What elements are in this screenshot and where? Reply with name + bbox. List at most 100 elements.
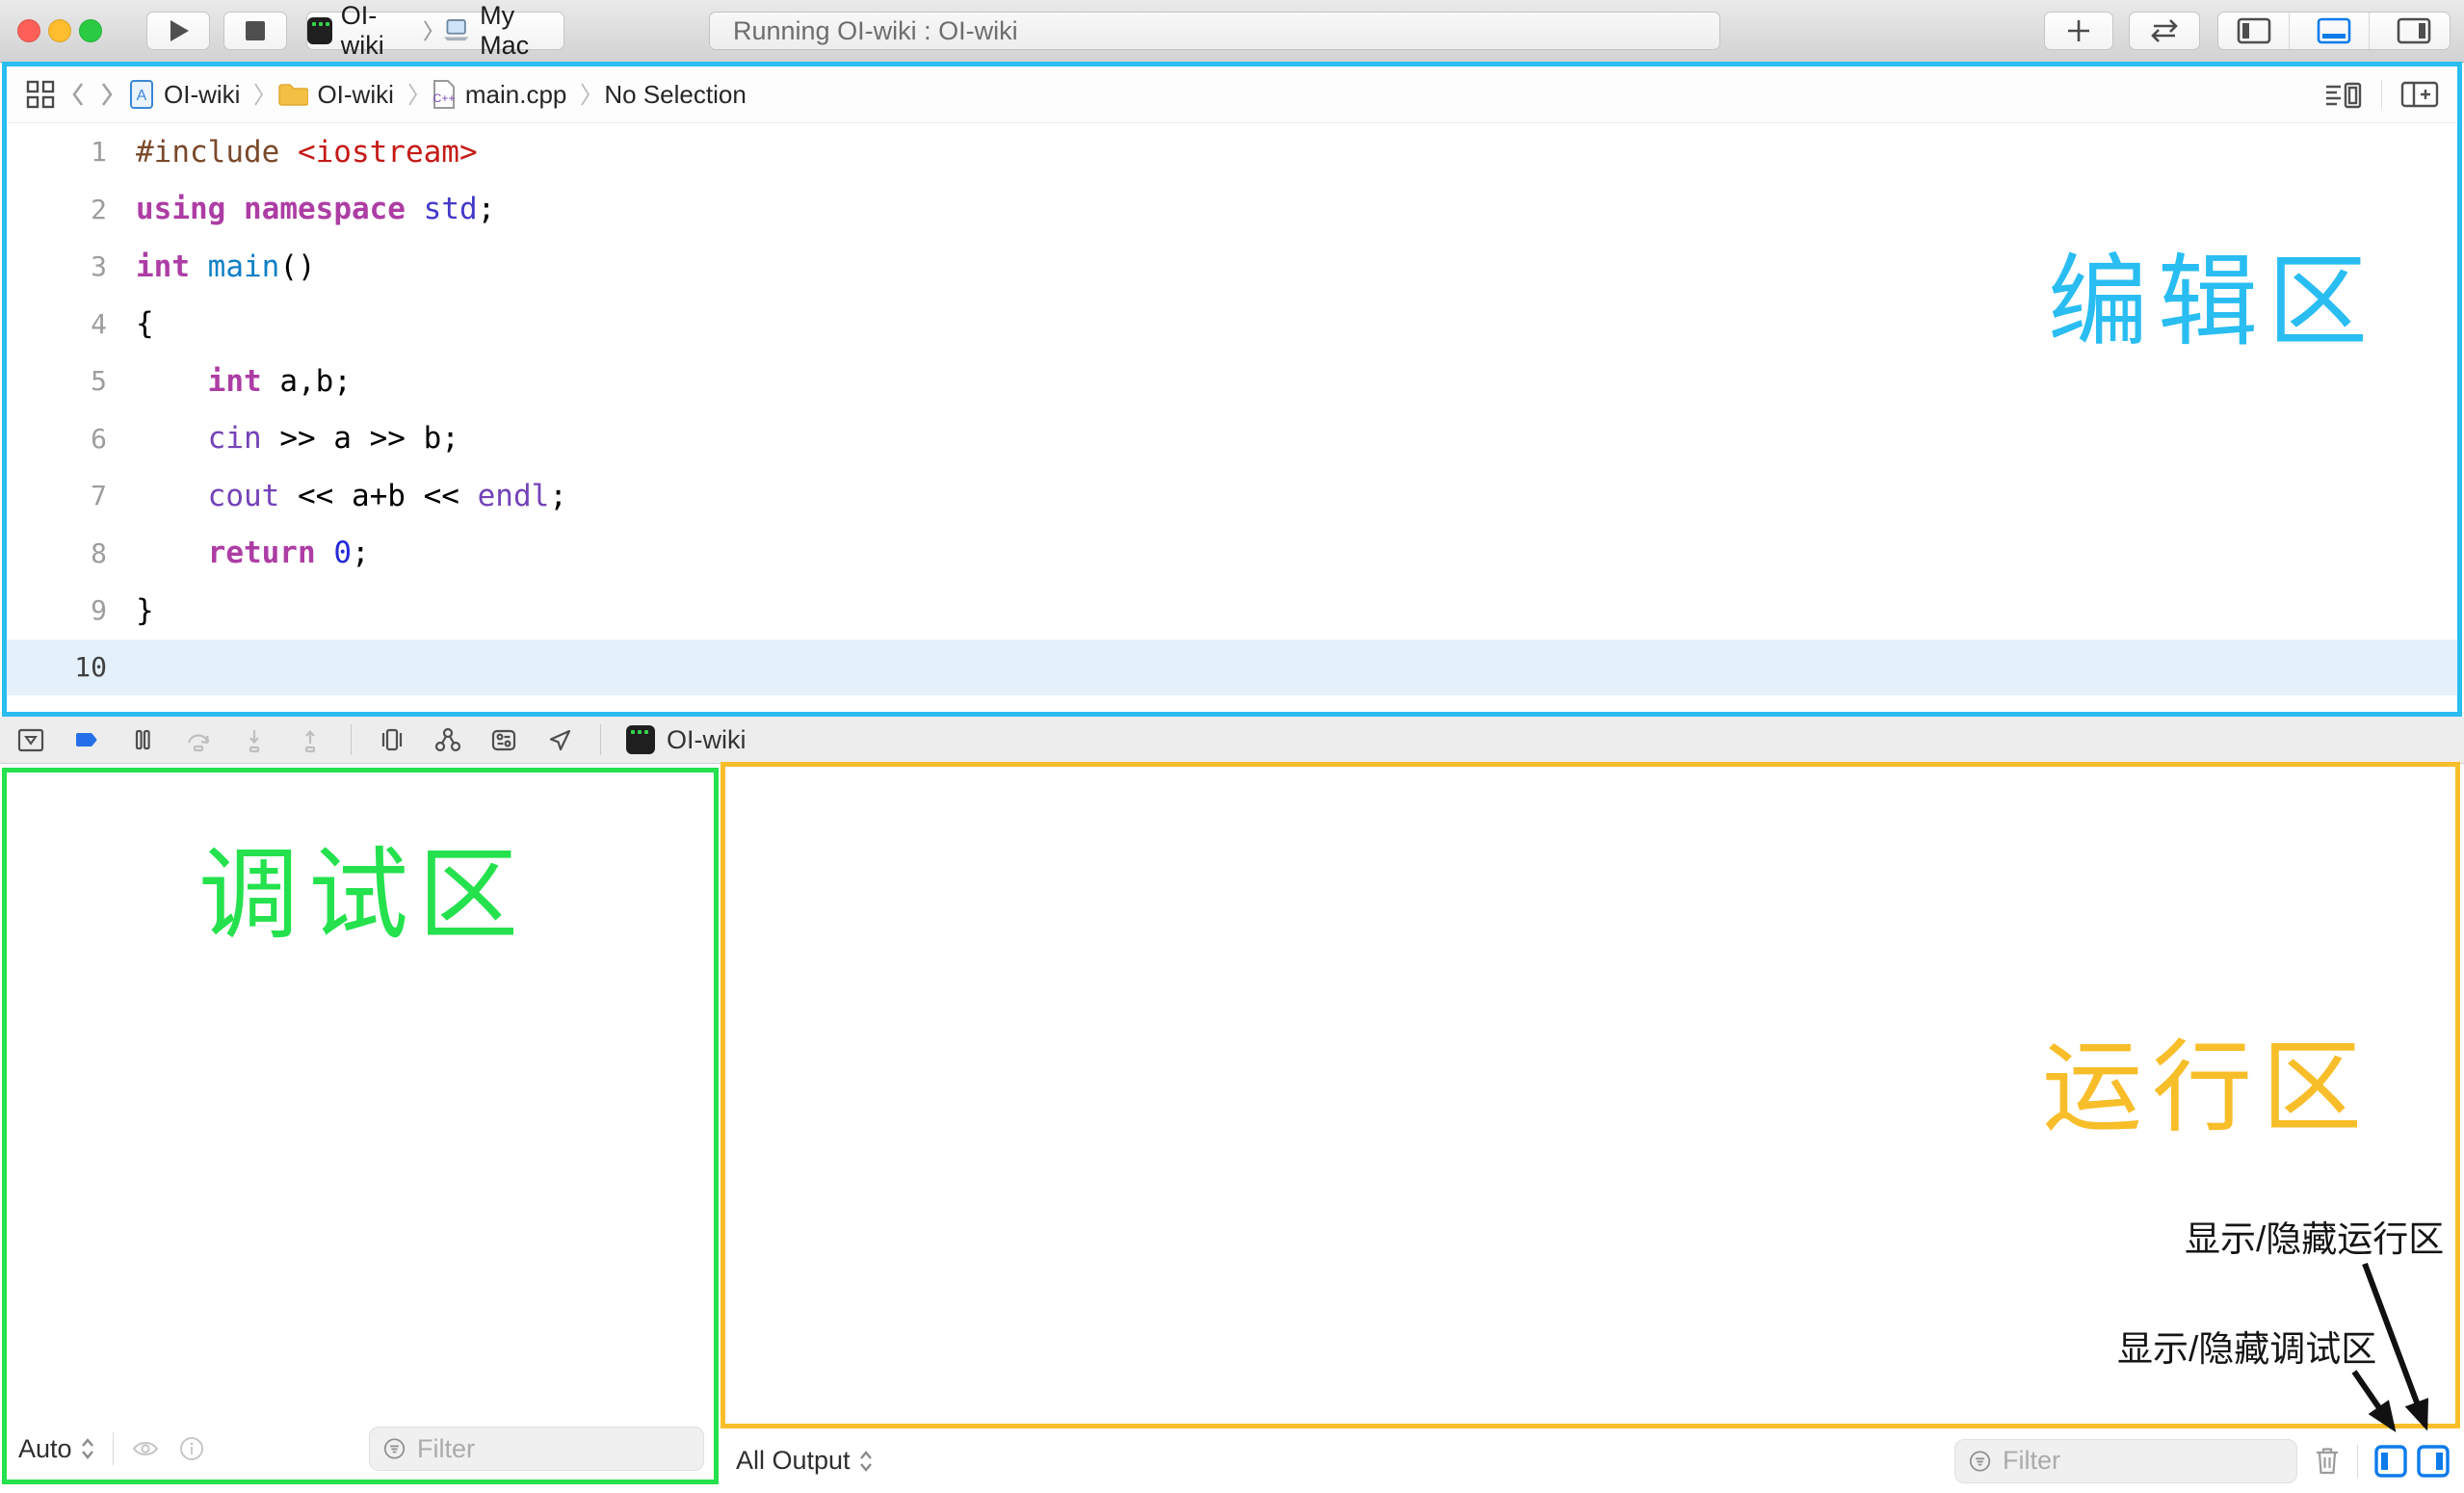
console-scope-dropdown[interactable]: All Output [736, 1446, 874, 1476]
toggle-navigator-panel-button[interactable] [2218, 12, 2290, 50]
breadcrumb-group[interactable]: OI-wiki [277, 80, 393, 110]
info-icon[interactable] [177, 1434, 206, 1463]
breadcrumb-label: No Selection [604, 80, 746, 110]
stop-icon [244, 19, 267, 42]
divider [600, 724, 601, 755]
code-line[interactable]: 9} [7, 582, 2457, 640]
plus-icon [2062, 14, 2095, 47]
annotation-toggle-run-area: 显示/隐藏运行区 [2185, 1210, 2444, 1262]
project-icon: A [128, 79, 155, 110]
code-text: int main() [107, 249, 316, 284]
process-name: OI-wiki [667, 725, 747, 755]
variables-filter-field[interactable] [369, 1427, 704, 1471]
quick-look-eye-icon[interactable] [131, 1438, 160, 1459]
view-debugger-icon[interactable] [377, 724, 407, 755]
code-line[interactable]: 5 int a,b; [7, 353, 2457, 410]
code-line[interactable]: 8 return 0; [7, 525, 2457, 583]
line-number: 9 [7, 594, 107, 626]
console-filter-input[interactable] [2001, 1445, 2283, 1477]
console-filter-field[interactable] [1954, 1439, 2297, 1483]
editor-area: A OI-wiki OI-wiki C++ main.cpp [2, 62, 2462, 717]
annotation-debug-area: 调试区 [198, 846, 528, 946]
breadcrumb-separator-icon [580, 82, 590, 107]
line-number: 3 [7, 250, 107, 282]
scheme-app-name: OI-wiki [341, 1, 414, 61]
code-text: return 0; [107, 536, 370, 570]
variables-scope-label: Auto [18, 1434, 72, 1464]
clear-console-trash-icon[interactable] [2313, 1445, 2342, 1478]
breadcrumb-file[interactable]: C++ main.cpp [432, 79, 567, 110]
xcode-window: OI-wiki My Mac Running OI-wiki : OI-wiki [0, 0, 2464, 1493]
code-line[interactable]: 7 cout << a+b << endl; [7, 467, 2457, 525]
variables-filter-input[interactable] [415, 1433, 690, 1465]
close-window-button[interactable] [17, 19, 40, 42]
memory-graph-icon[interactable] [433, 724, 463, 755]
scheme-selector[interactable]: OI-wiki My Mac [306, 12, 564, 50]
forward-icon[interactable] [99, 80, 115, 109]
related-items-icon[interactable] [24, 78, 57, 111]
code-line[interactable]: 10 [7, 640, 2457, 695]
console-bottom-bar: All Output [721, 1428, 2464, 1493]
editor-options-icon[interactable] [2323, 78, 2364, 111]
code-line[interactable]: 2using namespace std; [7, 181, 2457, 239]
cpp-file-icon: C++ [432, 79, 457, 110]
code-text: cout << a+b << endl; [107, 479, 567, 513]
app-process-icon [626, 725, 655, 754]
add-editor-tab-button[interactable] [2044, 12, 2113, 50]
breadcrumb-separator-icon [407, 82, 418, 107]
variables-view-bottom-bar: Auto [18, 1425, 704, 1473]
hide-debug-area-icon[interactable] [15, 724, 46, 755]
toggle-variables-view-button[interactable] [2373, 1444, 2408, 1479]
version-editor-button[interactable] [2129, 12, 2200, 50]
step-into-icon[interactable] [239, 724, 270, 755]
line-number: 4 [7, 308, 107, 340]
panel-toggle-group [2217, 12, 2451, 50]
swap-arrows-icon [2146, 14, 2183, 47]
minimize-window-button[interactable] [48, 19, 71, 42]
bottom-panel-icon [2316, 16, 2352, 45]
run-button[interactable] [146, 12, 210, 50]
annotation-run-area: 运行区 [2042, 1038, 2372, 1139]
step-out-icon[interactable] [295, 724, 326, 755]
code-line[interactable]: 6 cin >> a >> b; [7, 410, 2457, 468]
simulate-location-icon[interactable] [544, 724, 575, 755]
breadcrumb-label: OI-wiki [317, 80, 393, 110]
pause-execution-icon[interactable] [127, 724, 158, 755]
breadcrumb-project[interactable]: A OI-wiki [128, 79, 240, 110]
filter-icon [383, 1436, 406, 1461]
svg-text:A: A [137, 88, 147, 104]
app-scheme-icon [307, 17, 332, 44]
activity-status-bar: Running OI-wiki : OI-wiki [709, 12, 1720, 50]
step-over-icon[interactable] [183, 724, 214, 755]
back-icon[interactable] [70, 80, 86, 109]
chevron-separator-icon [423, 18, 433, 43]
annotation-toggle-debug-area: 显示/隐藏调试区 [2117, 1320, 2376, 1372]
divider [351, 724, 352, 755]
line-number: 1 [7, 136, 107, 168]
breakpoints-toggle-icon[interactable] [71, 724, 102, 755]
variables-scope-dropdown[interactable]: Auto [18, 1434, 95, 1464]
code-text: cin >> a >> b; [107, 421, 459, 456]
add-editor-icon[interactable] [2399, 78, 2440, 111]
toggle-debug-area-button[interactable] [2298, 12, 2370, 50]
debug-area-pane-toggles [2373, 1444, 2451, 1479]
code-line[interactable]: 1#include <iostream> [7, 123, 2457, 181]
divider [2381, 80, 2382, 109]
right-panel-icon [2396, 16, 2432, 45]
breadcrumb-label: OI-wiki [164, 80, 240, 110]
line-number: 7 [7, 480, 107, 511]
toggle-console-button[interactable] [2416, 1444, 2451, 1479]
breadcrumb-label: main.cpp [465, 80, 567, 110]
environment-overrides-icon[interactable] [488, 724, 519, 755]
zoom-window-button[interactable] [79, 19, 102, 42]
line-number: 5 [7, 365, 107, 397]
process-selector[interactable]: OI-wiki [626, 725, 747, 755]
source-editor[interactable]: 1#include <iostream>2using namespace std… [7, 123, 2457, 695]
stop-button[interactable] [223, 12, 287, 50]
toggle-inspector-panel-button[interactable] [2378, 12, 2450, 50]
console-scope-label: All Output [736, 1446, 851, 1476]
code-text: using namespace std; [107, 192, 495, 226]
breadcrumb-selection[interactable]: No Selection [604, 80, 746, 110]
divider [113, 1432, 114, 1465]
filter-icon [1969, 1449, 1991, 1474]
